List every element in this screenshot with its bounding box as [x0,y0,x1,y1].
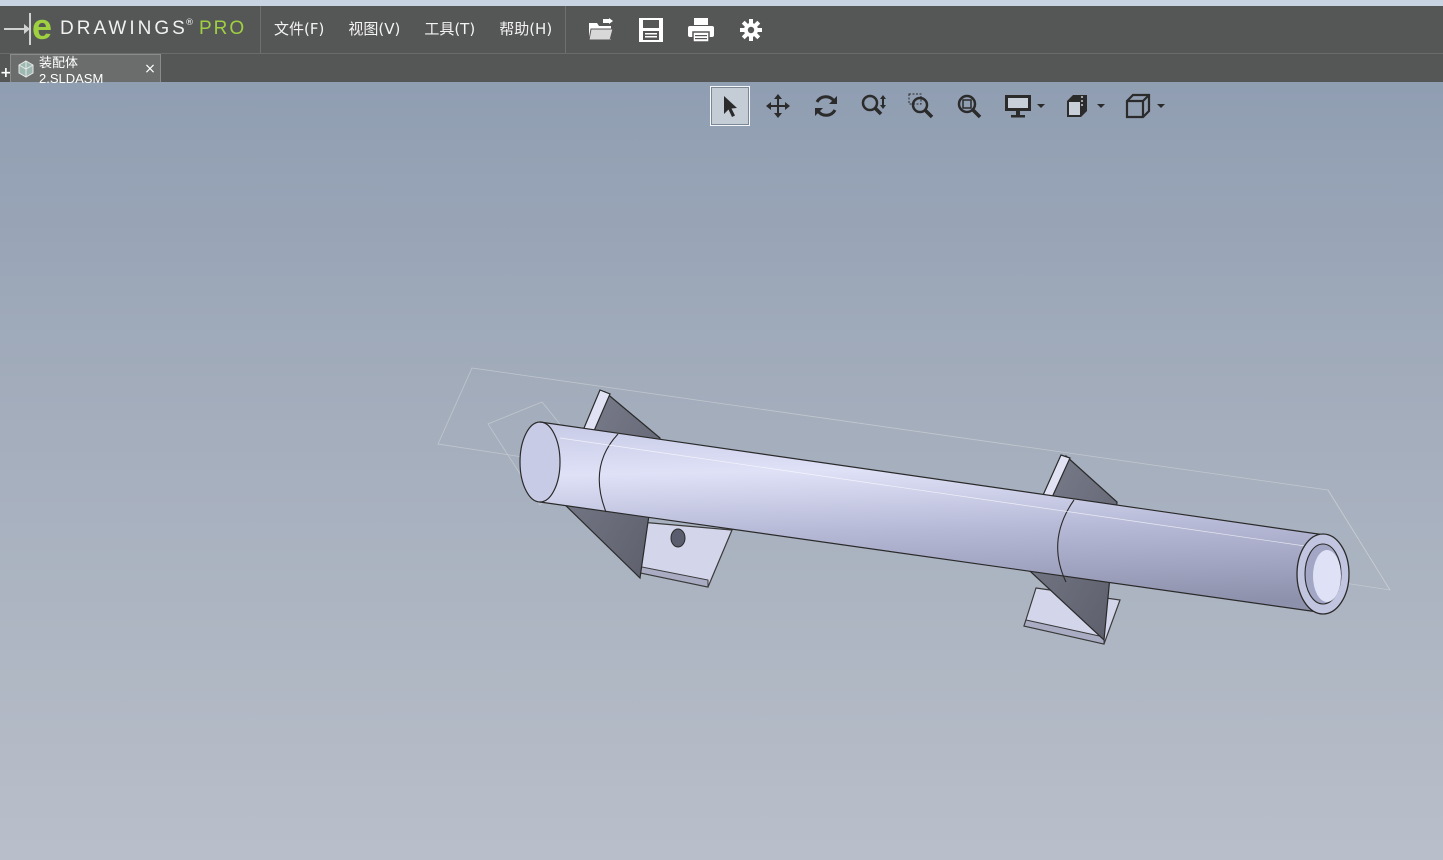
save-icon [639,17,663,42]
menu-help[interactable]: 帮助(H) [487,6,564,53]
print-button[interactable] [676,10,726,50]
print-icon [688,17,714,43]
tab-close-button[interactable]: × [140,61,160,77]
main-menu: 文件(F) 视图(V) 工具(T) 帮助(H) [262,6,564,53]
open-button[interactable] [576,10,626,50]
tab-label: 装配体2.SLDASM [39,54,104,86]
logo-bar-icon [29,13,31,45]
menu-bar: e DRAWINGS ® PRO 文件(F) 视图(V) 工具(T) 帮助(H) [0,6,1443,54]
logo-registered-mark: ® [185,18,194,28]
document-tab-assembly[interactable]: 装配体2.SLDASM × [10,54,161,86]
logo-word: DRAWINGS [60,18,188,39]
edrawings-logo: e DRAWINGS ® PRO [0,6,261,53]
open-folder-icon [588,17,614,40]
logo-arrow-icon [4,24,30,34]
save-button[interactable] [626,10,676,50]
file-toolbar [565,6,776,53]
assembly-file-icon [18,59,34,78]
menu-view[interactable]: 视图(V) [336,6,412,53]
logo-pro: PRO [199,18,247,39]
new-tab-button[interactable]: + [0,64,12,82]
document-tab-bar: + 装配体2.SLDASM × [0,54,1443,86]
settings-gear-icon [740,18,762,41]
menu-file[interactable]: 文件(F) [262,6,336,53]
menu-tools[interactable]: 工具(T) [412,6,487,53]
3d-viewport[interactable] [0,82,1443,860]
settings-button[interactable] [726,10,776,50]
logo-e-icon: e [32,6,53,47]
